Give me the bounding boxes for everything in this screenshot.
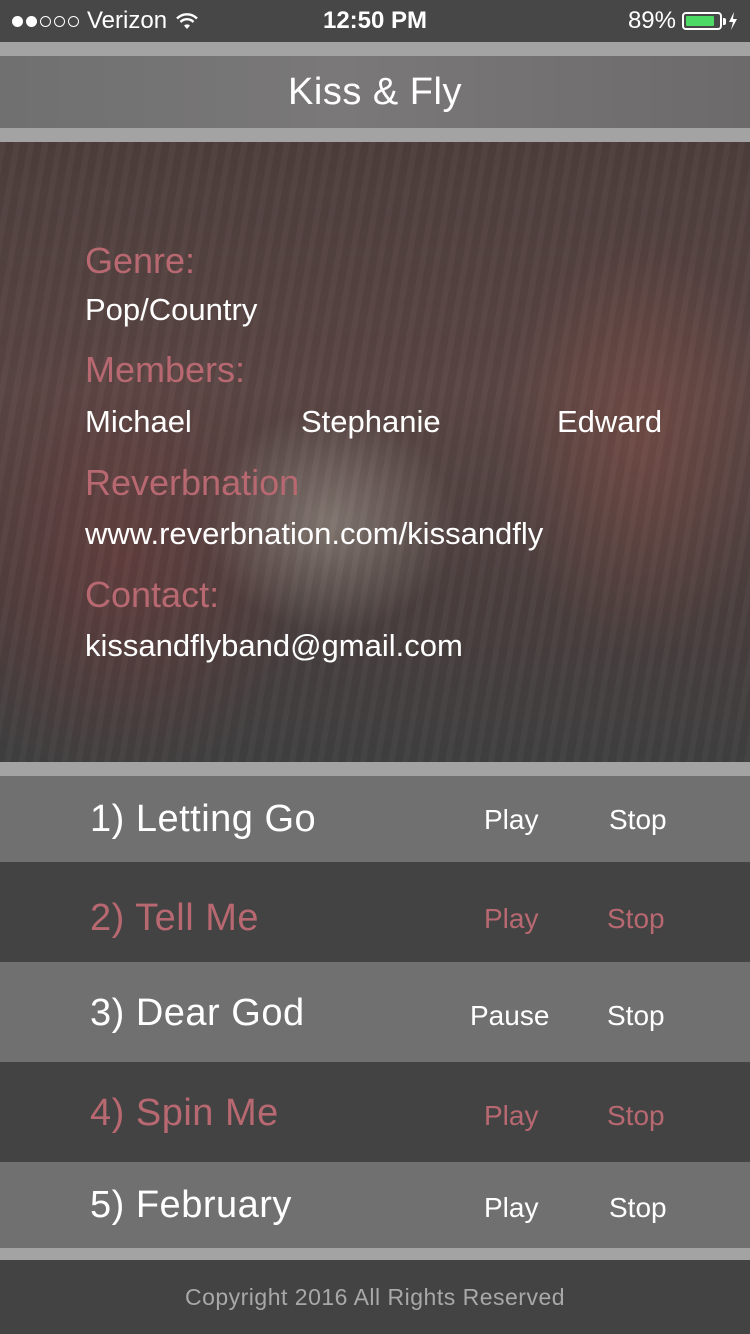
battery-tip <box>723 18 726 25</box>
song-row: 1) Letting Go Play Stop <box>0 776 750 862</box>
reverbnation-label: Reverbnation <box>85 462 300 503</box>
song-row: 2) Tell Me Play Stop <box>0 862 750 962</box>
nav-top-divider <box>0 42 750 56</box>
footer: Copyright 2016 All Rights Reserved <box>0 1260 750 1334</box>
band-info-panel: Genre: Pop/Country Members: Michael Step… <box>0 142 750 762</box>
genre-label: Genre: <box>85 240 196 281</box>
footer-divider <box>0 1248 750 1260</box>
reverbnation-link[interactable]: www.reverbnation.com/kissandfly <box>85 516 543 552</box>
song-row: 5) February Play Stop <box>0 1162 750 1248</box>
status-bar: Verizon 12:50 PM 89% <box>0 0 750 42</box>
songs-divider <box>0 762 750 776</box>
song-title: 2) Tell Me <box>90 897 260 939</box>
stop-button[interactable]: Stop <box>609 1192 667 1224</box>
battery-percent: 89% <box>627 7 676 34</box>
member-edward: Edward <box>557 404 663 439</box>
stop-button[interactable]: Stop <box>607 1000 665 1032</box>
contact-label: Contact: <box>85 574 220 615</box>
play-button[interactable]: Play <box>484 1100 538 1132</box>
member-stephanie: Stephanie <box>301 404 441 439</box>
play-button[interactable]: Play <box>484 804 538 836</box>
song-title: 1) Letting Go <box>90 798 317 840</box>
battery-fill <box>686 16 715 26</box>
play-button[interactable]: Play <box>484 1192 538 1224</box>
nav-bottom-divider <box>0 128 750 142</box>
stop-button[interactable]: Stop <box>607 903 665 935</box>
battery-icon <box>682 12 726 30</box>
song-row: 3) Dear God Pause Stop <box>0 962 750 1062</box>
nav-bar: Kiss & Fly <box>0 56 750 128</box>
background-image <box>0 142 750 762</box>
members-label: Members: <box>85 349 246 390</box>
stop-button[interactable]: Stop <box>609 804 667 836</box>
page-title: Kiss & Fly <box>288 70 462 113</box>
play-button[interactable]: Play <box>484 903 538 935</box>
pause-button[interactable]: Pause <box>470 1000 549 1032</box>
song-title: 3) Dear God <box>90 992 305 1034</box>
song-title: 4) Spin Me <box>90 1092 279 1134</box>
contact-email[interactable]: kissandflyband@gmail.com <box>85 628 463 664</box>
song-row: 4) Spin Me Play Stop <box>0 1062 750 1162</box>
status-right: 89% <box>628 7 738 35</box>
charging-bolt-icon <box>729 12 737 30</box>
stop-button[interactable]: Stop <box>607 1100 665 1132</box>
song-title: 5) February <box>90 1184 292 1226</box>
genre-value: Pop/Country <box>85 292 258 327</box>
member-michael: Michael <box>85 404 192 439</box>
copyright-text: Copyright 2016 All Rights Reserved <box>184 1283 566 1310</box>
